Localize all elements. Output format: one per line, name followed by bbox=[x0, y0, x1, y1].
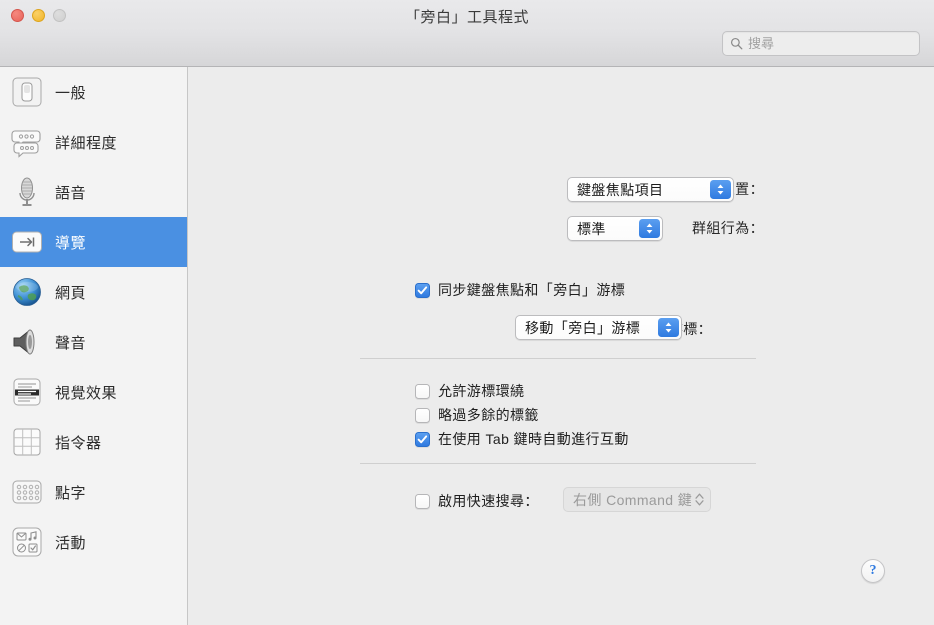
navigation-settings-pane: 「旁白」游標的初始位置： 鍵盤焦點項目 群組行為： 標準 bbox=[189, 67, 934, 625]
group-behavior-row: 群組行為： bbox=[189, 218, 764, 238]
microphone-icon bbox=[19, 177, 35, 206]
sidebar-item-web[interactable]: 網頁 bbox=[0, 267, 187, 317]
chevron-updown-icon bbox=[658, 318, 679, 337]
grid-icon bbox=[13, 428, 41, 456]
chevron-updown-icon bbox=[639, 219, 660, 238]
section-separator-1 bbox=[360, 358, 756, 359]
sidebar-item-braille[interactable]: 點字 bbox=[0, 467, 187, 517]
sync-keyboard-focus-label: 同步鍵盤焦點和「旁白」游標 bbox=[438, 282, 626, 298]
section-separator-2 bbox=[360, 463, 756, 464]
checkmark-icon bbox=[417, 285, 428, 294]
quick-nav-checkbox[interactable] bbox=[415, 493, 430, 509]
chevron-updown-icon bbox=[710, 180, 731, 199]
sidebar-item-verbosity[interactable]: 詳細程度 bbox=[0, 117, 187, 167]
braille-icon bbox=[12, 480, 42, 504]
voiceover-utility-window: 「旁白」工具程式 一般 bbox=[0, 0, 934, 625]
skip-redundant-labels-checkbox[interactable] bbox=[415, 407, 430, 423]
group-behavior-label: 群組行為： bbox=[692, 220, 764, 236]
sidebar-item-label: 指令器 bbox=[55, 434, 102, 452]
sidebar-item-label: 聲音 bbox=[55, 334, 87, 352]
sidebar-item-label: 導覽 bbox=[55, 234, 87, 252]
skip-redundant-labels-label: 略過多餘的標籤 bbox=[438, 407, 539, 423]
sidebar-item-label: 詳細程度 bbox=[55, 134, 118, 152]
sidebar-item-speech[interactable]: 語音 bbox=[0, 167, 187, 217]
globe-icon bbox=[13, 278, 41, 306]
sync-keyboard-focus-checkbox-row[interactable]: 同步鍵盤焦點和「旁白」游標 bbox=[415, 280, 625, 300]
sidebar-item-label: 視覺效果 bbox=[55, 384, 118, 402]
sidebar-item-label: 語音 bbox=[55, 184, 87, 202]
quick-nav-key-popup: 右側 Command 鍵 bbox=[563, 487, 711, 512]
sync-keyboard-focus-checkbox[interactable] bbox=[415, 282, 430, 298]
speaker-icon bbox=[13, 329, 35, 355]
window-title: 「旁白」工具程式 bbox=[404, 9, 529, 26]
initial-position-popup[interactable]: 鍵盤焦點項目 bbox=[567, 177, 734, 202]
allow-cursor-wrap-checkbox[interactable] bbox=[415, 383, 430, 399]
search-icon bbox=[730, 37, 743, 50]
tab-key-icon bbox=[12, 231, 42, 253]
allow-cursor-wrap-label: 允許游標環繞 bbox=[438, 383, 525, 399]
sidebar-item-navigation[interactable]: 導覽 bbox=[0, 217, 187, 267]
visuals-icon bbox=[13, 378, 41, 406]
search-input[interactable] bbox=[748, 36, 908, 51]
sidebar-item-sound[interactable]: 聲音 bbox=[0, 317, 187, 367]
sidebar-item-label: 網頁 bbox=[55, 284, 87, 302]
verbosity-icon bbox=[11, 130, 41, 158]
sidebar: 一般 詳細程度 語音 導覽 網頁 聲音 視覺效果 指令器 點字 活動 bbox=[0, 67, 188, 625]
search-field[interactable] bbox=[722, 31, 920, 56]
sidebar-item-label: 一般 bbox=[55, 84, 87, 102]
auto-interact-tab-checkbox[interactable] bbox=[415, 431, 430, 447]
quick-nav-label: 啟用快速搜尋： bbox=[438, 493, 539, 509]
general-icon bbox=[12, 77, 42, 107]
group-behavior-popup[interactable]: 標準 bbox=[567, 216, 663, 241]
sidebar-item-activities[interactable]: 活動 bbox=[0, 517, 187, 567]
help-button-label: ? bbox=[869, 563, 877, 578]
auto-interact-tab-label: 在使用 Tab 鍵時自動進行互動 bbox=[438, 431, 629, 447]
group-behavior-value: 標準 bbox=[577, 220, 606, 237]
mouse-cursor-value: 移動「旁白」游標 bbox=[525, 319, 641, 336]
activities-icon bbox=[12, 527, 42, 557]
help-button[interactable]: ? bbox=[861, 559, 885, 583]
checkmark-icon bbox=[417, 434, 428, 443]
sidebar-item-visuals[interactable]: 視覺效果 bbox=[0, 367, 187, 417]
quick-nav-checkbox-row[interactable]: 啟用快速搜尋： bbox=[415, 491, 539, 511]
sidebar-item-commanders[interactable]: 指令器 bbox=[0, 417, 187, 467]
initial-position-value: 鍵盤焦點項目 bbox=[577, 181, 664, 198]
sidebar-item-general[interactable]: 一般 bbox=[0, 67, 187, 117]
mouse-cursor-popup[interactable]: 移動「旁白」游標 bbox=[515, 315, 682, 340]
chevron-updown-icon bbox=[692, 490, 706, 509]
quick-nav-key-value: 右側 Command 鍵 bbox=[573, 491, 693, 508]
title-bar: 「旁白」工具程式 bbox=[0, 0, 934, 67]
sidebar-item-label: 點字 bbox=[55, 484, 87, 502]
skip-redundant-labels-checkbox-row[interactable]: 略過多餘的標籤 bbox=[415, 405, 539, 425]
auto-interact-tab-checkbox-row[interactable]: 在使用 Tab 鍵時自動進行互動 bbox=[415, 429, 629, 449]
allow-cursor-wrap-checkbox-row[interactable]: 允許游標環繞 bbox=[415, 381, 524, 401]
sidebar-item-label: 活動 bbox=[55, 534, 87, 552]
